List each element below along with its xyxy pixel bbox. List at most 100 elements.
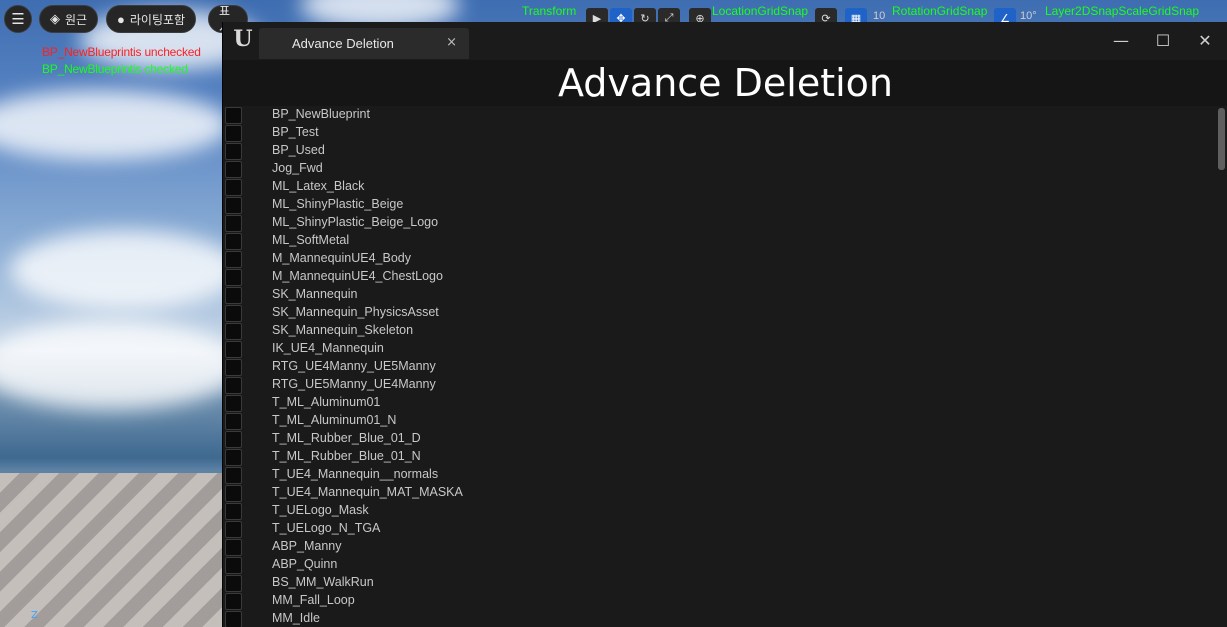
list-item[interactable]: Jog_Fwd [223, 160, 1215, 178]
asset-checkbox[interactable] [225, 521, 242, 538]
list-item[interactable]: SK_Mannequin_PhysicsAsset [223, 304, 1215, 322]
asset-name: M_MannequinUE4_Body [272, 251, 411, 265]
asset-checkbox[interactable] [225, 341, 242, 358]
asset-name: BP_Used [272, 143, 325, 157]
list-item[interactable]: BP_NewBlueprint [223, 106, 1215, 124]
list-item[interactable]: MM_Fall_Loop [223, 592, 1215, 610]
scrollbar-thumb[interactable] [1218, 108, 1225, 170]
maximize-icon: ☐ [1155, 30, 1171, 50]
asset-checkbox[interactable] [225, 215, 242, 232]
rotation-snap-value[interactable]: 10° [1020, 10, 1037, 22]
asset-name: T_UELogo_N_TGA [272, 521, 381, 535]
asset-checkbox[interactable] [225, 125, 242, 142]
asset-name: T_ML_Rubber_Blue_01_N [272, 449, 421, 463]
asset-name: T_ML_Aluminum01_N [272, 413, 397, 427]
asset-list[interactable]: BP_NewBlueprint BP_Test BP_Used Jog_Fwd ML_L… [223, 106, 1215, 627]
close-window-button[interactable]: ✕ [1190, 28, 1220, 52]
list-item[interactable]: SK_Mannequin_Skeleton [223, 322, 1215, 340]
maximize-button[interactable]: ☐ [1148, 28, 1178, 52]
asset-checkbox[interactable] [225, 305, 242, 322]
list-item[interactable]: T_UELogo_Mask [223, 502, 1215, 520]
asset-checkbox[interactable] [225, 251, 242, 268]
asset-name: Jog_Fwd [272, 161, 323, 175]
asset-checkbox[interactable] [225, 449, 242, 466]
list-item[interactable]: BS_MM_WalkRun [223, 574, 1215, 592]
list-item[interactable]: RTG_UE5Manny_UE4Manny [223, 376, 1215, 394]
asset-checkbox[interactable] [225, 593, 242, 610]
list-item[interactable]: BP_Used [223, 142, 1215, 160]
minimize-button[interactable]: — [1106, 28, 1136, 52]
asset-name: ML_ShinyPlastic_Beige [272, 197, 404, 211]
list-item[interactable]: SK_Mannequin [223, 286, 1215, 304]
asset-checkbox[interactable] [225, 413, 242, 430]
asset-name: ABP_Manny [272, 539, 342, 553]
list-item[interactable]: MM_Idle [223, 610, 1215, 627]
asset-name: BS_MM_WalkRun [272, 575, 374, 589]
asset-name: MM_Fall_Loop [272, 593, 355, 607]
asset-name: ABP_Quinn [272, 557, 338, 571]
list-item[interactable]: ML_ShinyPlastic_Beige_Logo [223, 214, 1215, 232]
asset-list-scrollbar[interactable] [1215, 106, 1227, 627]
cube-icon: ◈ [50, 11, 60, 26]
rotation-snap-label: RotationGridSnap [892, 4, 988, 18]
lighting-mode-button[interactable]: ● 라이팅포함 [106, 5, 197, 33]
asset-name: T_ML_Rubber_Blue_01_D [272, 431, 421, 445]
list-item[interactable]: T_UE4_Mannequin_MAT_MASKA [223, 484, 1215, 502]
window-titlebar[interactable]: U Advance Deletion × — ☐ ✕ [223, 22, 1227, 60]
asset-checkbox[interactable] [225, 323, 242, 340]
floor-plane [0, 473, 230, 627]
list-item[interactable]: M_MannequinUE4_Body [223, 250, 1215, 268]
list-item[interactable]: RTG_UE4Manny_UE5Manny [223, 358, 1215, 376]
asset-name: M_MannequinUE4_ChestLogo [272, 269, 443, 283]
list-item[interactable]: T_UE4_Mannequin__normals [223, 466, 1215, 484]
asset-checkbox[interactable] [225, 359, 242, 376]
list-item[interactable]: ML_ShinyPlastic_Beige [223, 196, 1215, 214]
asset-name: ML_SoftMetal [272, 233, 350, 247]
asset-name: IK_UE4_Mannequin [272, 341, 384, 355]
list-item[interactable]: ML_Latex_Black [223, 178, 1215, 196]
list-item[interactable]: T_ML_Aluminum01_N [223, 412, 1215, 430]
list-item[interactable]: T_ML_Rubber_Blue_01_N [223, 448, 1215, 466]
asset-checkbox[interactable] [225, 557, 242, 574]
list-item[interactable]: IK_UE4_Mannequin [223, 340, 1215, 358]
list-item[interactable]: ML_SoftMetal [223, 232, 1215, 250]
asset-checkbox[interactable] [225, 377, 242, 394]
grid-snap-value[interactable]: 10 [873, 10, 885, 22]
asset-checkbox[interactable] [225, 107, 242, 124]
list-item[interactable]: ABP_Manny [223, 538, 1215, 556]
asset-checkbox[interactable] [225, 269, 242, 286]
scale-snap-label: Layer2DSnapScaleGridSnap [1045, 4, 1200, 18]
asset-checkbox[interactable] [225, 467, 242, 484]
list-item[interactable]: ABP_Quinn [223, 556, 1215, 574]
list-item[interactable]: BP_Test [223, 124, 1215, 142]
tab-advance-deletion[interactable]: Advance Deletion × [259, 28, 469, 59]
viewport-menu-button[interactable]: ☰ [4, 5, 32, 33]
asset-name: SK_Mannequin [272, 287, 358, 301]
asset-checkbox[interactable] [225, 611, 242, 627]
asset-name: T_UELogo_Mask [272, 503, 369, 517]
page-title: Advance Deletion [557, 61, 894, 105]
asset-checkbox[interactable] [225, 485, 242, 502]
list-item[interactable]: T_ML_Rubber_Blue_01_D [223, 430, 1215, 448]
asset-name: RTG_UE5Manny_UE4Manny [272, 377, 436, 391]
tab-close-icon[interactable]: × [446, 35, 457, 50]
advance-deletion-window: U Advance Deletion × — ☐ ✕ Advance Delet… [222, 22, 1227, 627]
asset-checkbox[interactable] [225, 233, 242, 250]
asset-checkbox[interactable] [225, 395, 242, 412]
asset-checkbox[interactable] [225, 143, 242, 160]
asset-checkbox[interactable] [225, 503, 242, 520]
list-item[interactable]: T_ML_Aluminum01 [223, 394, 1215, 412]
asset-checkbox[interactable] [225, 575, 242, 592]
asset-checkbox[interactable] [225, 287, 242, 304]
asset-checkbox[interactable] [225, 179, 242, 196]
list-item[interactable]: T_UELogo_N_TGA [223, 520, 1215, 538]
asset-checkbox[interactable] [225, 161, 242, 178]
minimize-icon: — [1113, 30, 1129, 50]
asset-checkbox[interactable] [225, 431, 242, 448]
asset-checkbox[interactable] [225, 539, 242, 556]
asset-name: T_UE4_Mannequin__normals [272, 467, 439, 481]
asset-checkbox[interactable] [225, 197, 242, 214]
list-item[interactable]: M_MannequinUE4_ChestLogo [223, 268, 1215, 286]
asset-name: BP_NewBlueprint [272, 107, 370, 121]
perspective-button[interactable]: ◈ 원근 [39, 5, 99, 33]
